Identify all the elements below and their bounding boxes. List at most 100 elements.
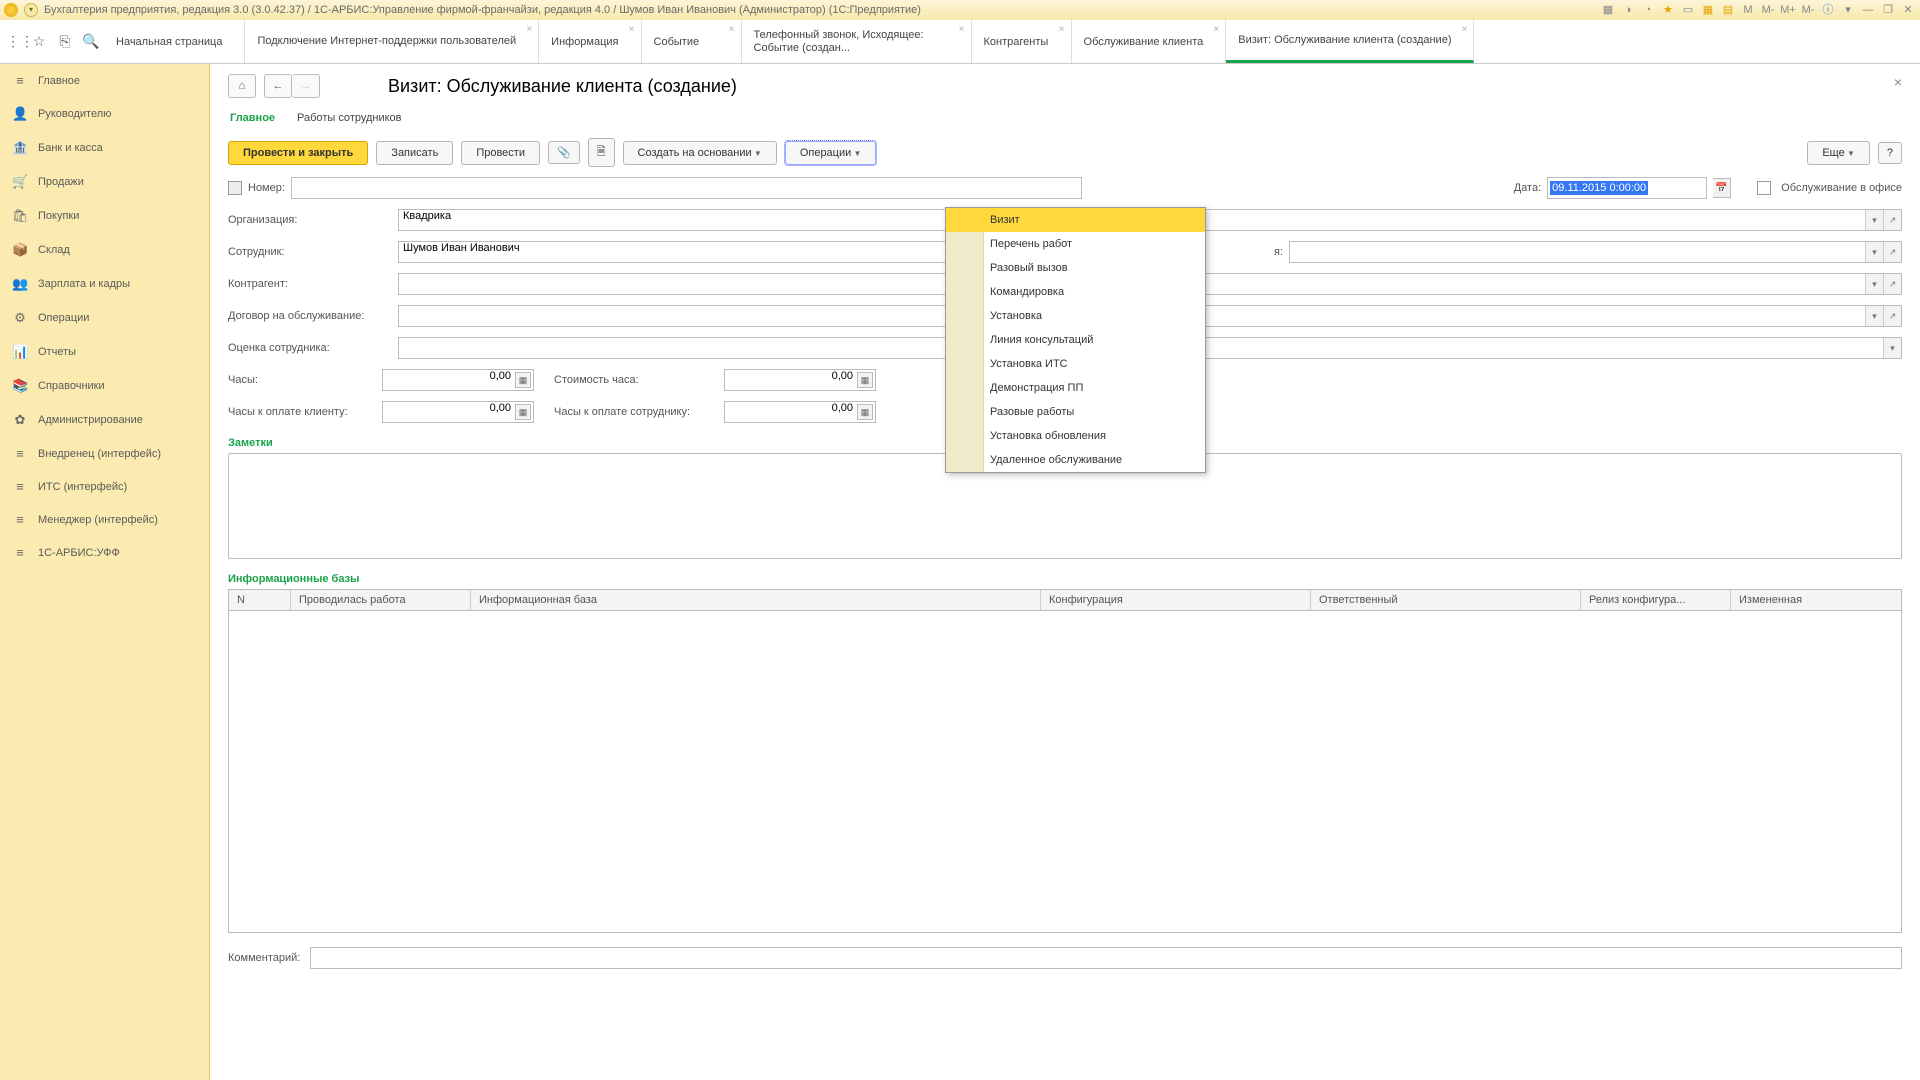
tb-dd-icon[interactable]: ▾: [1840, 2, 1856, 18]
sidebar-item-warehouse[interactable]: 📦Склад: [0, 233, 209, 267]
tb-icon-2[interactable]: ◑: [1620, 2, 1636, 18]
th-ib[interactable]: Информационная база: [471, 590, 1041, 610]
maximize-button[interactable]: ❐: [1880, 2, 1896, 18]
calendar-icon[interactable]: 📅: [1713, 178, 1731, 198]
tab-internet-support[interactable]: Подключение Интернет-поддержки пользоват…: [245, 20, 539, 63]
menu-item-install[interactable]: Установка: [946, 304, 1205, 328]
post-and-close-button[interactable]: Провести и закрыть: [228, 141, 368, 165]
tab-event[interactable]: Событие×: [642, 20, 742, 63]
page-tab-main[interactable]: Главное: [230, 108, 275, 128]
extra-input[interactable]: ▾↗: [1289, 241, 1902, 263]
sidebar-item-refs[interactable]: 📚Справочники: [0, 369, 209, 403]
close-icon[interactable]: ×: [526, 24, 532, 35]
write-button[interactable]: Записать: [376, 141, 453, 165]
date-input[interactable]: 09.11.2015 0:00:00: [1547, 177, 1707, 199]
chevron-down-icon[interactable]: ▾: [1865, 242, 1883, 262]
history-icon[interactable]: ⎘: [52, 20, 78, 63]
structure-button[interactable]: 🗎: [588, 138, 615, 167]
home-button[interactable]: ⌂: [228, 74, 256, 98]
calculator-icon[interactable]: ▦: [857, 404, 873, 420]
search-icon[interactable]: 🔍: [78, 20, 104, 63]
th-release[interactable]: Релиз конфигура...: [1581, 590, 1731, 610]
apps-grid-icon[interactable]: ⋮⋮⋮: [0, 20, 26, 63]
calculator-icon[interactable]: ▦: [515, 372, 531, 388]
tb-icon-star[interactable]: ★: [1660, 2, 1676, 18]
tb-icon-1[interactable]: ▦: [1600, 2, 1616, 18]
tab-visit-create[interactable]: Визит: Обслуживание клиента (создание)×: [1226, 20, 1474, 63]
menu-item-consult[interactable]: Линия консультаций: [946, 328, 1205, 352]
menu-item-trip[interactable]: Командировка: [946, 280, 1205, 304]
post-button[interactable]: Провести: [461, 141, 540, 165]
star-icon[interactable]: ☆: [26, 20, 52, 63]
tab-counterparties[interactable]: Контрагенты×: [972, 20, 1072, 63]
menu-item-demo[interactable]: Демонстрация ПП: [946, 376, 1205, 400]
sidebar-item-operations[interactable]: ⚙Операции: [0, 301, 209, 335]
tb-icon-7[interactable]: ▤: [1720, 2, 1736, 18]
sidebar-item-sales[interactable]: 🛒Продажи: [0, 165, 209, 199]
tb-icon-3[interactable]: ◔: [1640, 2, 1656, 18]
open-icon[interactable]: ↗: [1883, 306, 1901, 326]
tb-m-minus2[interactable]: M-: [1800, 2, 1816, 18]
hourcost-input[interactable]: 0,00▦: [724, 369, 876, 391]
close-icon[interactable]: ×: [729, 24, 735, 35]
office-checkbox[interactable]: [1757, 181, 1771, 195]
sidebar-item-purchases[interactable]: 🛍Покупки: [0, 199, 209, 233]
employee-input[interactable]: Шумов Иван Иванович: [398, 241, 1018, 263]
hours-input[interactable]: 0,00▦: [382, 369, 534, 391]
tb-m-plus[interactable]: M+: [1780, 2, 1796, 18]
sidebar-item-admin[interactable]: ✿Администрирование: [0, 403, 209, 437]
infobases-table-body[interactable]: [228, 611, 1902, 933]
attach-button[interactable]: 📎: [548, 141, 580, 164]
tab-start-page[interactable]: Начальная страница: [104, 20, 245, 63]
menu-item-worklist[interactable]: Перечень работ: [946, 232, 1205, 256]
sidebar-item-bank[interactable]: 🏦Банк и касса: [0, 131, 209, 165]
tb-info-icon[interactable]: ⓘ: [1820, 2, 1836, 18]
close-icon[interactable]: ×: [629, 24, 635, 35]
chevron-down-icon[interactable]: ▾: [1865, 274, 1883, 294]
sidebar-item-manager[interactable]: 👤Руководителю: [0, 97, 209, 131]
page-tab-works[interactable]: Работы сотрудников: [297, 108, 401, 128]
menu-item-update[interactable]: Установка обновления: [946, 424, 1205, 448]
th-conf[interactable]: Конфигурация: [1041, 590, 1311, 610]
forward-button[interactable]: →: [292, 74, 320, 98]
open-icon[interactable]: ↗: [1883, 274, 1901, 294]
th-work[interactable]: Проводилась работа: [291, 590, 471, 610]
tab-info[interactable]: Информация×: [539, 20, 641, 63]
close-icon[interactable]: ×: [1213, 24, 1219, 35]
sidebar-item-implementer[interactable]: ≡Внедренец (интерфейс): [0, 437, 209, 470]
operations-dropdown-button[interactable]: Операции: [785, 141, 877, 165]
menu-item-remote[interactable]: Удаленное обслуживание: [946, 448, 1205, 472]
tb-m[interactable]: M: [1740, 2, 1756, 18]
chevron-down-icon[interactable]: ▾: [1865, 306, 1883, 326]
open-icon[interactable]: ↗: [1883, 210, 1901, 230]
close-icon[interactable]: ×: [959, 24, 965, 35]
comment-input[interactable]: [310, 947, 1902, 969]
sidebar-item-its[interactable]: ≡ИТС (интерфейс): [0, 470, 209, 503]
menu-item-install-its[interactable]: Установка ИТС: [946, 352, 1205, 376]
menu-item-visit[interactable]: Визит: [946, 208, 1205, 232]
back-button[interactable]: ←: [264, 74, 292, 98]
close-icon[interactable]: ×: [1059, 24, 1065, 35]
create-based-button[interactable]: Создать на основании: [623, 141, 777, 165]
open-icon[interactable]: ↗: [1883, 242, 1901, 262]
tab-service[interactable]: Обслуживание клиента×: [1072, 20, 1227, 63]
sidebar-item-reports[interactable]: 📊Отчеты: [0, 335, 209, 369]
titlebar-dropdown-icon[interactable]: ▾: [24, 3, 38, 17]
more-button[interactable]: Еще: [1807, 141, 1870, 165]
close-window-button[interactable]: ✕: [1900, 2, 1916, 18]
tb-icon-6[interactable]: ▦: [1700, 2, 1716, 18]
th-resp[interactable]: Ответственный: [1311, 590, 1581, 610]
th-n[interactable]: N: [229, 590, 291, 610]
tab-phone-call[interactable]: Телефонный звонок, Исходящее: Событие (с…: [742, 20, 972, 63]
tb-m-minus[interactable]: M-: [1760, 2, 1776, 18]
chevron-down-icon[interactable]: ▾: [1865, 210, 1883, 230]
th-changed[interactable]: Измененная: [1731, 590, 1901, 610]
calculator-icon[interactable]: ▦: [515, 404, 531, 420]
tb-icon-5[interactable]: ▭: [1680, 2, 1696, 18]
menu-item-onecall[interactable]: Разовый вызов: [946, 256, 1205, 280]
menu-item-oneoff[interactable]: Разовые работы: [946, 400, 1205, 424]
hours-emp-input[interactable]: 0,00▦: [724, 401, 876, 423]
minimize-button[interactable]: —: [1860, 2, 1876, 18]
hours-client-input[interactable]: 0,00▦: [382, 401, 534, 423]
close-icon[interactable]: ×: [1462, 24, 1468, 35]
